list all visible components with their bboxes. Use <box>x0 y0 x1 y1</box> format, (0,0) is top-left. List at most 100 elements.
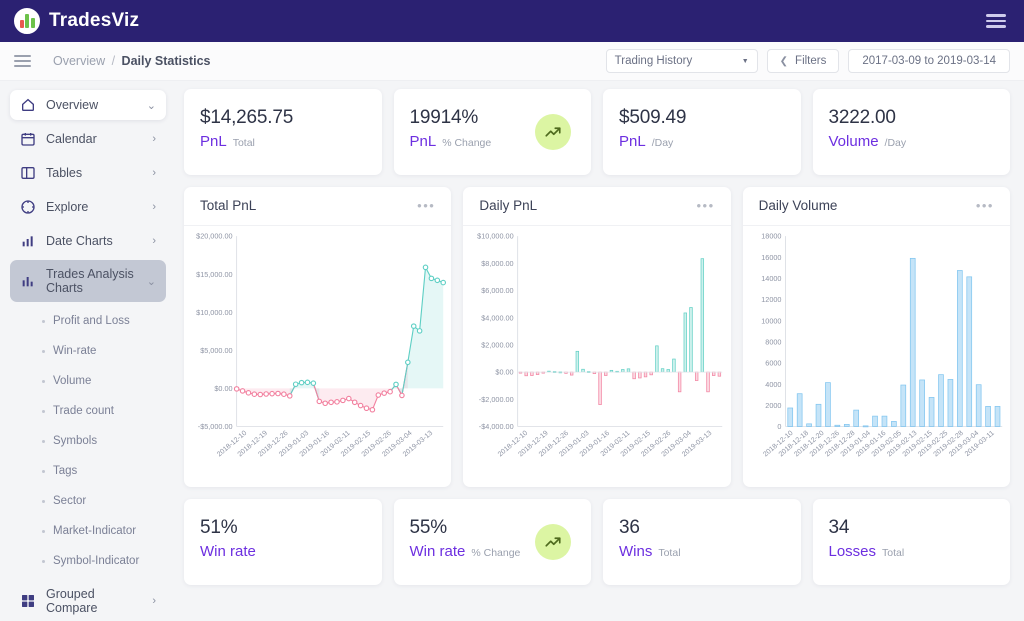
kpi-card-win-rate-percent-change: 55% Win rate % Change <box>393 499 591 585</box>
sidebar-subitem-symbol-indicator[interactable]: Symbol-Indicator <box>10 546 166 576</box>
kpi-name: PnL <box>619 133 646 150</box>
svg-text:$2,000.00: $2,000.00 <box>482 340 514 349</box>
svg-text:-$2,000.00: -$2,000.00 <box>479 395 514 404</box>
svg-text:12000: 12000 <box>761 295 781 304</box>
bar-chart-icon <box>20 233 36 249</box>
chevron-left-icon: ❮ <box>779 55 789 67</box>
sidebar-item-explore[interactable]: Explore › <box>10 192 166 222</box>
kpi-card-win-rate: 51% Win rate <box>184 499 382 585</box>
ellipsis-icon[interactable]: ••• <box>976 198 994 213</box>
kpi-value: $14,265.75 <box>200 107 294 128</box>
chevron-down-icon: ▼ <box>741 57 749 65</box>
sidebar-subitem-label: Volume <box>53 375 92 387</box>
kpi-name: Win rate <box>200 543 256 560</box>
sidebar-subitem-market-indicator[interactable]: Market-Indicator <box>10 516 166 546</box>
bullet-icon <box>42 559 45 563</box>
sidebar-item-calendar[interactable]: Calendar › <box>10 124 166 154</box>
chart-header: Total PnL ••• <box>184 187 452 226</box>
dataset-select-value: Trading History <box>614 55 693 67</box>
ellipsis-icon[interactable]: ••• <box>417 198 435 213</box>
svg-text:$20,000.00: $20,000.00 <box>196 232 232 241</box>
sidebar-subitem-volume[interactable]: Volume <box>10 366 166 396</box>
sidebar-item-grouped-compare[interactable]: Grouped Compare › <box>10 580 166 621</box>
chart-plot-total-pnl[interactable]: -$5,000.00 $0.00 $5,000.00 $10,000.00 $15,00… <box>184 226 451 487</box>
bullet-icon <box>42 439 45 443</box>
bullet-icon <box>42 409 45 413</box>
grid-icon <box>20 593 36 609</box>
ellipsis-icon[interactable]: ••• <box>697 198 715 213</box>
bullet-icon <box>42 379 45 383</box>
bullet-icon <box>42 499 45 503</box>
chart-header: Daily PnL ••• <box>463 187 731 226</box>
sidebar-item-overview[interactable]: Overview ⌄ <box>10 90 166 120</box>
svg-text:$6,000.00: $6,000.00 <box>482 286 514 295</box>
filters-button[interactable]: ❮ Filters <box>766 49 840 73</box>
kpi-value: 51% <box>200 517 238 538</box>
sidebar-item-date-charts[interactable]: Date Charts › <box>10 226 166 256</box>
bar-chart-icon <box>20 273 36 289</box>
chart-header: Daily Volume ••• <box>742 187 1010 226</box>
sidebar-item-label: Explore <box>46 199 89 214</box>
bullet-icon <box>42 319 45 323</box>
kpi-value: $509.49 <box>619 107 687 128</box>
chevron-down-icon: ⌄ <box>146 275 156 288</box>
sidebar-subitem-trade-count[interactable]: Trade count <box>10 396 166 426</box>
kpi-value: 3222.00 <box>828 107 896 128</box>
svg-text:8000: 8000 <box>765 337 781 346</box>
breadcrumb-root[interactable]: Overview <box>53 54 105 68</box>
sidebar-subitem-tags[interactable]: Tags <box>10 456 166 486</box>
svg-text:14000: 14000 <box>761 274 781 283</box>
dataset-select[interactable]: Trading History ▼ <box>605 49 758 73</box>
trend-up-icon <box>535 114 571 150</box>
kpi-unit: % Change <box>442 137 492 149</box>
svg-text:$0.00: $0.00 <box>496 367 514 376</box>
chart-plot-daily-volume[interactable]: 0 2000 4000 6000 8000 10000 12000 14000 16000 180… <box>743 226 1010 487</box>
svg-text:-$4,000.00: -$4,000.00 <box>479 422 514 431</box>
kpi-card-volume-per-day: 3222.00 Volume /Day <box>812 89 1010 175</box>
date-range-value: 2017-03-09 to 2019-03-14 <box>862 55 996 67</box>
sidebar-subitem-symbols[interactable]: Symbols <box>10 426 166 456</box>
kpi-name: Win rate <box>409 543 466 560</box>
kpi-name: Volume <box>828 133 879 150</box>
sidebar-subitem-sector[interactable]: Sector <box>10 486 166 516</box>
sidebar-subitem-label: Sector <box>53 495 87 507</box>
sub-header: Overview / Daily Statistics Trading Hist… <box>0 42 1024 81</box>
kpi-name: Wins <box>619 543 653 560</box>
kpi-name: PnL <box>409 133 437 150</box>
sidebar-item-label: Trades Analysis Charts <box>46 266 134 295</box>
bullet-icon <box>42 529 45 533</box>
kpi-unit: % Change <box>471 547 521 559</box>
toolbar: Trading History ▼ ❮ Filters 2017-03-09 t… <box>605 49 1010 73</box>
chart-card-daily-volume: Daily Volume ••• 0 2000 4000 6000 8000 10000 1… <box>742 187 1010 487</box>
tradesviz-logo-icon <box>14 8 40 34</box>
sidebar-subitem-label: Tags <box>53 465 78 477</box>
kpi-unit: /Day <box>651 137 674 149</box>
chart-plot-daily-pnl[interactable]: -$4,000.00 -$2,000.00 $0.00 $2,000.00 $4,000… <box>463 226 730 487</box>
kpi-row-top: $14,265.75 PnL Total 19914% PnL % Change… <box>184 89 1010 175</box>
brand[interactable]: TradesViz <box>14 8 139 34</box>
sidebar-toggle-hamburger-icon[interactable] <box>14 55 31 67</box>
sidebar-subitem-win-rate[interactable]: Win-rate <box>10 336 166 366</box>
sidebar-item-tables[interactable]: Tables › <box>10 158 166 188</box>
chevron-right-icon: › <box>152 167 156 179</box>
bullet-icon <box>42 349 45 353</box>
kpi-unit: Total <box>232 137 255 149</box>
hamburger-icon[interactable] <box>982 10 1010 32</box>
kpi-card-wins-total: 36 Wins Total <box>603 499 801 585</box>
svg-text:6000: 6000 <box>765 358 781 367</box>
chart-card-total-pnl: Total PnL ••• -$5,000.00 $0.00 $5,000.00 $1… <box>184 187 452 487</box>
brand-title: TradesViz <box>49 10 140 31</box>
sidebar-item-trades-analysis-charts[interactable]: Trades Analysis Charts ⌄ <box>10 260 166 302</box>
kpi-name: PnL <box>200 133 227 150</box>
chart-title: Daily PnL <box>479 198 538 214</box>
chevron-right-icon: › <box>152 235 156 247</box>
sidebar-subitem-profit-and-loss[interactable]: Profit and Loss <box>10 306 166 336</box>
sidebar-subitem-label: Market-Indicator <box>53 525 137 537</box>
sidebar-subitem-label: Trade count <box>53 405 114 417</box>
kpi-value: 36 <box>619 517 640 538</box>
sidebar-item-label: Grouped Compare <box>46 586 98 615</box>
kpi-card-pnl-per-day: $509.49 PnL /Day <box>603 89 801 175</box>
date-range-picker[interactable]: 2017-03-09 to 2019-03-14 <box>848 49 1010 73</box>
trend-up-icon <box>535 524 571 560</box>
sidebar-item-label: Date Charts <box>46 233 113 248</box>
